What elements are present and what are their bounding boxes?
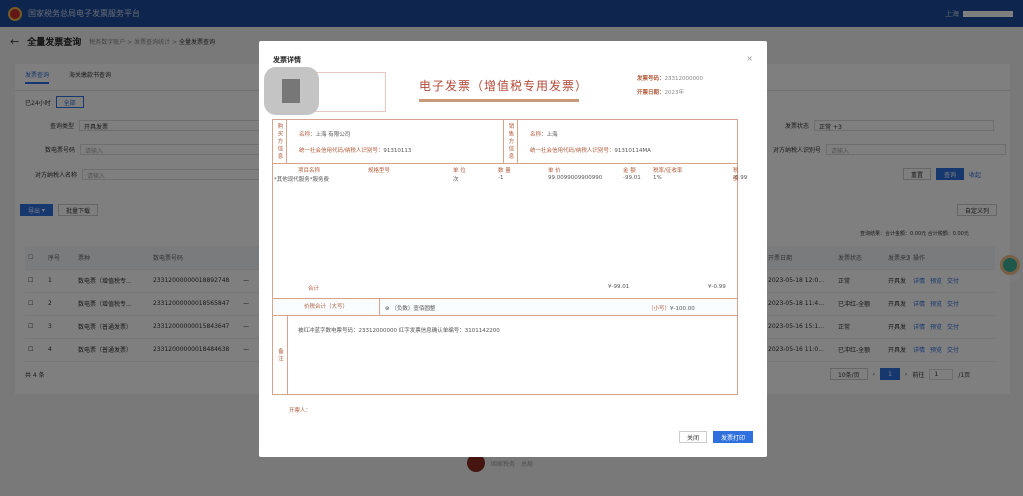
total-label: 合计 (308, 286, 320, 292)
item-header: 规格型号 (368, 168, 391, 174)
qr-code-redacted (264, 67, 319, 115)
remarks-text: 被红冲蓝字数电票号码：23312000000 红字发票信息确认单编号：31011… (298, 328, 500, 334)
qr-frame (314, 72, 386, 112)
invoice-number: 发票号码：23312000000 (637, 76, 704, 82)
item-header: 金 额 (623, 168, 636, 174)
item-qty: -1 (498, 175, 504, 181)
seller-info: 名称：上海 统一社会信用代码/纳税人识别号：91310114MA (530, 132, 651, 154)
print-invoice-button[interactable]: 发票打印 (712, 431, 753, 443)
close-icon[interactable]: × (746, 54, 753, 63)
issuer: 开票人： (289, 408, 312, 414)
item-header: 数 量 (498, 168, 511, 174)
remarks-header: 备注 (273, 316, 288, 395)
total-amount: ¥-99.01 (608, 284, 630, 290)
item-header: 单 位 (453, 168, 466, 174)
item-tax: -0.99 (733, 175, 748, 181)
invoice-detail-dialog: 发票详情 × 电子发票（增值税专用发票） 发票号码：23312000000 开票… (259, 41, 767, 457)
grand-total-lower: （小写）¥-100.00 (648, 306, 695, 312)
grand-total-label: 价税合计（大写） (273, 299, 380, 315)
items-section: 项目名称 规格型号单 位数 量单 价金 额税率/征收率税 额 *其他现代服务*服务… (273, 163, 747, 298)
invoice-body: 购买方信息 名称：上海 有限公司 统一社会信用代码/纳税人识别号：9131011… (272, 119, 747, 395)
invoice-title: 电子发票（增值税专用发票） (419, 79, 589, 93)
title-underline (419, 99, 579, 102)
total-tax: ¥-0.99 (708, 284, 726, 290)
item-amount: -99.01 (623, 175, 641, 181)
buyer-info: 名称：上海 有限公司 统一社会信用代码/纳税人识别号：91310113 (287, 120, 504, 163)
seller-header: 销售方信息 (504, 120, 518, 163)
item-price: 99.0099009900990 (548, 175, 603, 181)
invoice-item-row: *其他现代服务*服务费 次 -1 99.0099009900990 -99.01 1% -0… (273, 175, 747, 184)
item-header: 单 价 (548, 168, 561, 174)
grand-total-upper: ⊗ （负数）壹佰圆整 (385, 306, 436, 312)
dialog-title: 发票详情 (273, 56, 301, 64)
item-rate: 1% (653, 175, 662, 181)
item-unit: 次 (453, 177, 459, 183)
buyer-header: 购买方信息 (273, 120, 287, 163)
item-header: 项目名称 (298, 168, 321, 174)
close-button[interactable]: 关闭 (678, 431, 707, 443)
remarks-section: 备注 被红冲蓝字数电票号码：23312000000 红字发票信息确认单编号：31… (273, 315, 737, 395)
item-header: 税率/征收率 (653, 168, 683, 174)
invoice-date: 开票日期：2023年 (637, 90, 685, 96)
item-name: *其他现代服务*服务费 (274, 177, 330, 183)
grand-total-row: 价税合计（大写） ⊗ （负数）壹佰圆整 （小写）¥-100.00 (273, 298, 737, 315)
